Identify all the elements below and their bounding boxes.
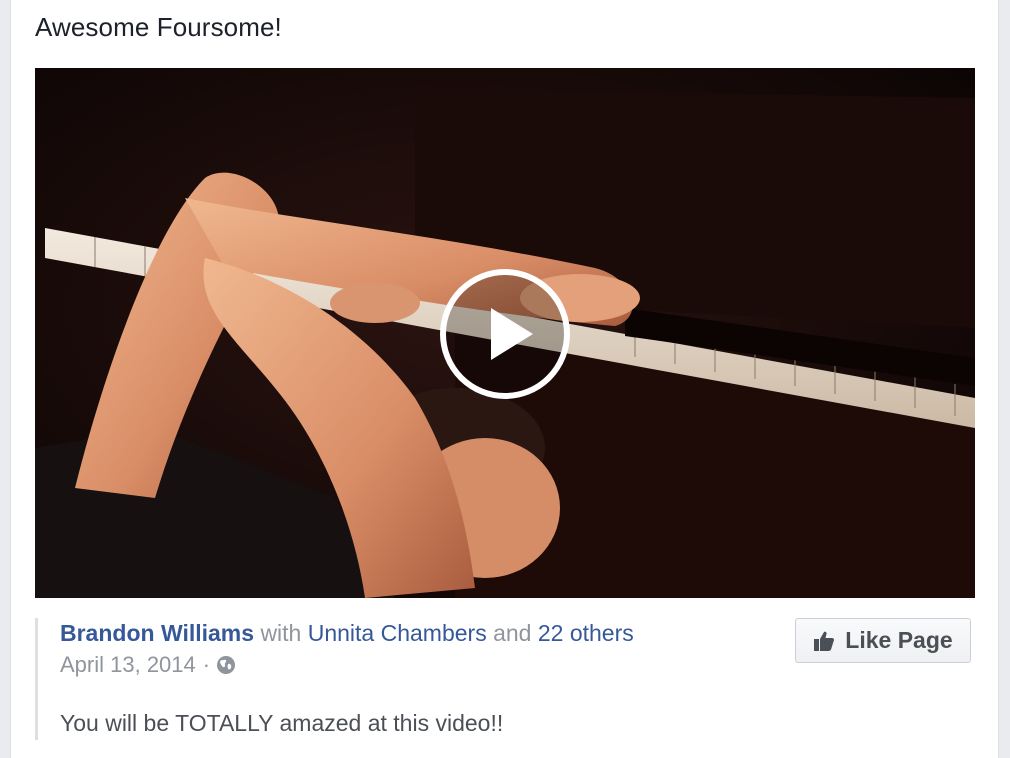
post-meta: April 13, 2014 · bbox=[60, 652, 236, 678]
others-link[interactable]: 22 others bbox=[538, 620, 634, 646]
video-description: You will be TOTALLY amazed at this video… bbox=[60, 710, 504, 736]
post-date[interactable]: April 13, 2014 bbox=[60, 652, 196, 678]
with-text: with bbox=[260, 620, 302, 646]
like-page-label: Like Page bbox=[845, 627, 953, 653]
like-page-button[interactable]: Like Page bbox=[795, 618, 971, 663]
meta-separator: · bbox=[202, 652, 211, 677]
attribution-line: Brandon Williams with Unnita Chambers an… bbox=[60, 620, 634, 647]
thumbs-up-icon bbox=[814, 631, 835, 651]
post-card: Awesome Foursome! Brandon Williams with … bbox=[10, 0, 999, 758]
tagged-person-link[interactable]: Unnita Chambers bbox=[308, 620, 487, 646]
video-player[interactable] bbox=[35, 68, 975, 598]
post-message: Awesome Foursome! bbox=[35, 12, 282, 42]
and-text: and bbox=[493, 620, 532, 646]
play-circle-icon[interactable] bbox=[439, 268, 571, 400]
globe-icon[interactable] bbox=[216, 655, 236, 675]
author-link[interactable]: Brandon Williams bbox=[60, 620, 254, 646]
